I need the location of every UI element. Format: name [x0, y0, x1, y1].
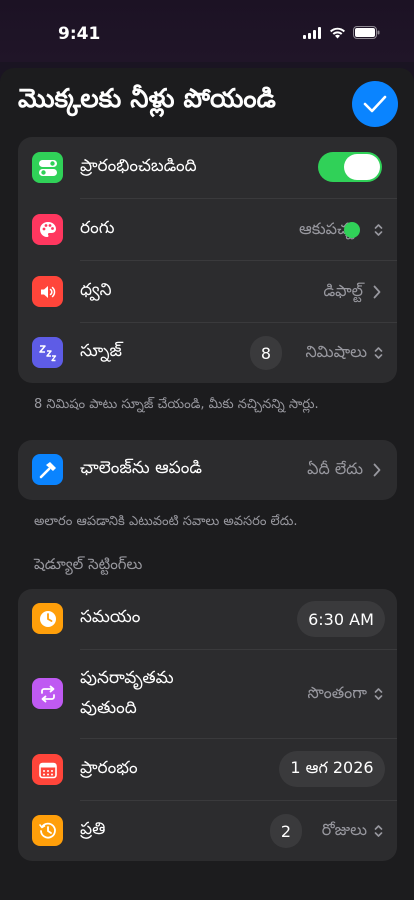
done-button[interactable]	[352, 81, 398, 127]
snooze-row[interactable]: స్నూజ్ 8 నిమిషాలు	[18, 323, 397, 383]
clock-icon	[32, 603, 63, 634]
repeat-row[interactable]: పునరావృతమ వుతుంది సొంతంగా	[18, 650, 397, 738]
snooze-footnote: 8 నిమిషం పాటు స్నూజ్ చేయండి, మీకు నచ్చిన…	[34, 397, 319, 412]
challenge-label: ఛాలెంజ్‌ను ఆపండి	[80, 458, 202, 478]
page-title: మొక్కలకు నీళ్లు పోయండి	[18, 84, 276, 114]
color-swatch-dot	[344, 222, 360, 238]
repeat-arrows-icon	[32, 678, 63, 709]
chevron-up-down-icon	[374, 347, 383, 359]
chevron-right-icon	[373, 463, 381, 477]
palette-icon	[32, 214, 63, 245]
sound-value: డిఫాల్ట్	[323, 281, 363, 300]
battery-icon	[353, 26, 380, 39]
start-label: ప్రారంభం	[80, 758, 138, 778]
chevron-right-icon	[373, 285, 381, 299]
enabled-label: ప్రారంభించబడింది	[80, 156, 197, 176]
schedule-card: సమయం 6:30 AM పునరావృతమ వుతుంది సొంతంగా ప…	[18, 589, 397, 861]
toggle-knob	[344, 154, 380, 180]
repeat-value: సొంతంగా	[307, 683, 367, 702]
chevron-up-down-icon	[374, 825, 383, 837]
every-label: ప్రతి	[80, 819, 106, 839]
calendar-icon	[32, 754, 63, 785]
cellular-signal-icon	[303, 26, 321, 39]
chevron-up-down-icon	[374, 688, 383, 700]
sound-label: ధ్వని	[80, 280, 112, 300]
alarm-settings-card: ప్రారంభించబడింది రంగు ఆకుపచ్చ ధ్వని డిఫా…	[18, 137, 397, 383]
every-count-pill[interactable]: 2	[270, 814, 302, 848]
start-date-pill[interactable]: 1 ఆగ 2026	[279, 751, 385, 787]
history-clock-icon	[32, 815, 63, 846]
sound-row[interactable]: ధ్వని డిఫాల్ట్	[18, 261, 397, 322]
status-time: 9:41	[58, 24, 101, 44]
time-row: సమయం 6:30 AM	[18, 589, 397, 649]
color-row[interactable]: రంగు ఆకుపచ్చ	[18, 199, 397, 260]
challenge-value: ఏదీ లేదు	[307, 459, 363, 478]
snooze-zzz-icon	[32, 337, 63, 368]
every-unit: రోజులు	[321, 820, 367, 839]
snooze-label: స్నూజ్	[80, 341, 122, 361]
status-bar: 9:41	[0, 0, 414, 62]
repeat-label-line2: వుతుంది	[80, 698, 137, 718]
snooze-unit: నిమిషాలు	[305, 342, 367, 361]
start-row: ప్రారంభం 1 ఆగ 2026	[18, 739, 397, 800]
checkmark-icon	[363, 95, 387, 113]
challenge-row[interactable]: ఛాలెంజ్‌ను ఆపండి ఏదీ లేదు	[18, 440, 397, 500]
time-picker-pill[interactable]: 6:30 AM	[297, 601, 385, 637]
enabled-row: ప్రారంభించబడింది	[18, 137, 397, 198]
color-label: రంగు	[80, 218, 115, 238]
every-row[interactable]: ప్రతి 2 రోజులు	[18, 801, 397, 861]
chevron-up-down-icon	[374, 224, 383, 236]
toggle-switch-icon	[32, 152, 63, 183]
wifi-icon	[330, 27, 345, 38]
speaker-icon	[32, 276, 63, 307]
time-label: సమయం	[80, 607, 141, 627]
snooze-count-pill[interactable]: 8	[250, 336, 282, 370]
repeat-label-line1: పునరావృతమ	[80, 668, 174, 688]
challenge-card: ఛాలెంజ్‌ను ఆపండి ఏదీ లేదు	[18, 440, 397, 500]
challenge-footnote: అలారం ఆపడానికి ఎటువంటి సవాలు అవసరం లేదు.	[34, 514, 298, 529]
enabled-toggle[interactable]	[318, 152, 382, 182]
status-icons	[303, 26, 380, 39]
hammer-icon	[32, 454, 63, 485]
schedule-section-header: షెడ్యూల్ సెట్టింగ్‌లు	[34, 555, 143, 573]
